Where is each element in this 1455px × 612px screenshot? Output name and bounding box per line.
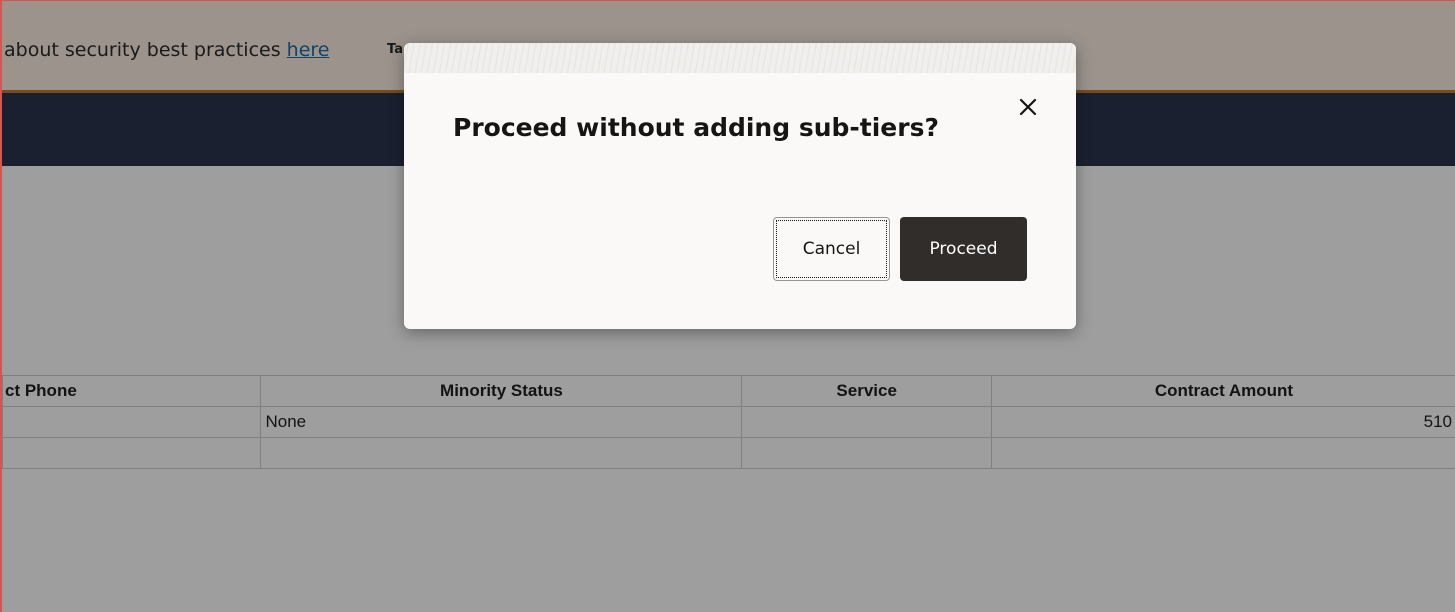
close-icon-graphic bbox=[1019, 98, 1037, 116]
close-icon[interactable] bbox=[1010, 89, 1046, 125]
app-frame: about security best practices here Ta ct… bbox=[0, 0, 1455, 612]
cancel-button[interactable]: Cancel bbox=[773, 217, 890, 281]
dialog-header-strip bbox=[404, 43, 1076, 73]
confirm-dialog: Proceed without adding sub-tiers? Cancel… bbox=[404, 43, 1076, 329]
dialog-title: Proceed without adding sub-tiers? bbox=[453, 113, 939, 142]
proceed-button[interactable]: Proceed bbox=[900, 217, 1027, 281]
